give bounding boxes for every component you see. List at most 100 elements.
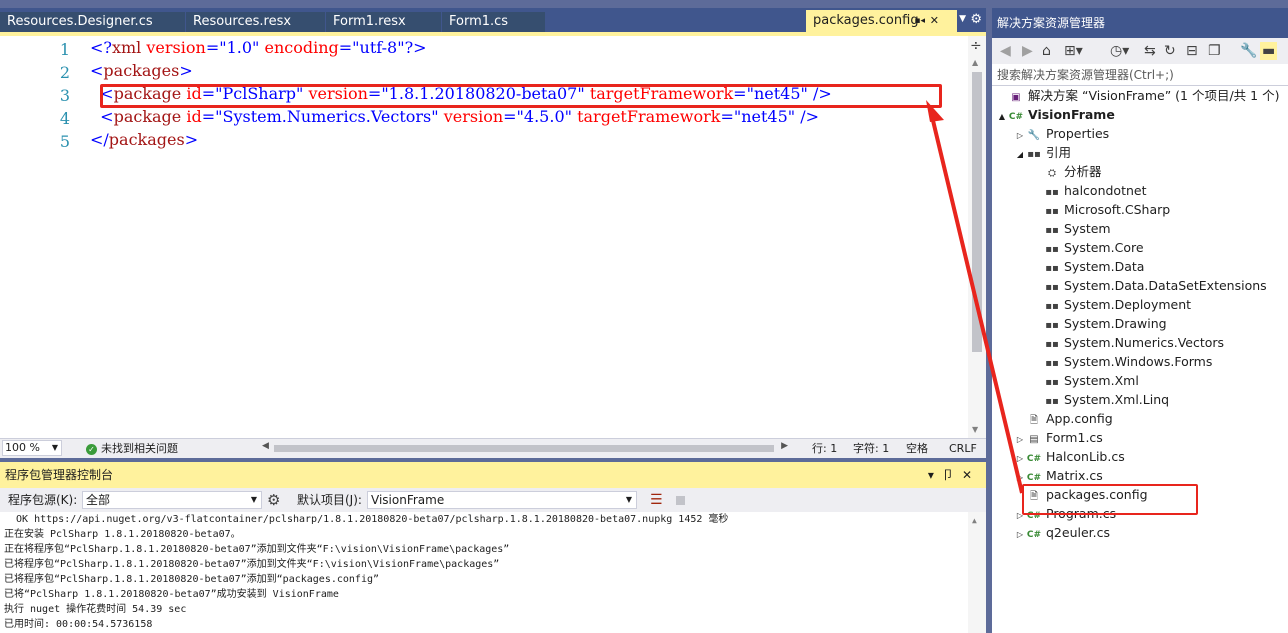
refresh-icon[interactable]: ↻ — [1164, 42, 1176, 60]
pmc-toolbar: 程序包源(K): 全部 ▼ ⚙ 默认项目(J): VisionFrame ▼ ☰ — [0, 488, 986, 512]
package-source-label: 程序包源(K): — [8, 493, 78, 507]
clear-console-icon[interactable]: ☰ — [650, 491, 663, 509]
pmc-vertical-scrollbar[interactable]: ▲ — [968, 512, 986, 633]
code-line[interactable]: <packages> — [90, 59, 193, 82]
code-line[interactable]: <package id="System.Numerics.Vectors" ve… — [90, 105, 819, 128]
scroll-up-icon[interactable]: ▲ — [972, 58, 978, 67]
properties-wrench-icon[interactable]: 🔧 — [1240, 42, 1257, 60]
forward-icon[interactable]: ▶ — [1022, 42, 1033, 60]
tree-item[interactable]: ▪▪ System.Core — [1032, 238, 1143, 257]
pending-changes-icon[interactable]: ◷▾ — [1110, 42, 1129, 60]
expand-arrow-icon[interactable]: ◢ — [1014, 145, 1026, 164]
tree-item[interactable]: ▪▪ System.Windows.Forms — [1032, 352, 1212, 371]
tree-item[interactable]: ▪▪ System.Numerics.Vectors — [1032, 333, 1224, 352]
xml-attribute-name: targetFramework — [577, 107, 721, 126]
close-icon[interactable]: ✕ — [962, 468, 980, 482]
default-project-select[interactable]: VisionFrame ▼ — [367, 491, 637, 509]
close-icon[interactable]: ✕ — [930, 10, 939, 32]
tree-item[interactable]: ▷ C# Matrix.cs — [1014, 466, 1103, 485]
console-output-line: 已将程序包“PclSharp.1.8.1.20180820-beta07”添加到… — [4, 559, 500, 570]
tree-item-label: System.Data.DataSetExtensions — [1064, 278, 1267, 293]
pin-icon[interactable]: 卩 — [942, 468, 962, 482]
scroll-thumb[interactable] — [972, 72, 982, 352]
tree-item[interactable]: ▣ 解决方案 “VisionFrame” (1 个项目/共 1 个) — [996, 86, 1279, 105]
tree-item-label: q2euler.cs — [1046, 525, 1111, 540]
gear-icon[interactable]: ⚙ — [970, 12, 982, 27]
tree-item[interactable]: ⛭ 分析器 — [1032, 162, 1102, 181]
tab-resources-designer-cs[interactable]: Resources.Designer.cs — [0, 12, 186, 32]
pmc-title-bar: 程序包管理器控制台 ▾卩✕ — [0, 462, 986, 488]
preview-icon[interactable]: ▬ — [1260, 42, 1278, 60]
tree-item[interactable]: ▷ C# HalconLib.cs — [1014, 447, 1125, 466]
scroll-up-icon[interactable]: ▲ — [972, 516, 977, 525]
tree-item[interactable]: ▪▪ System.Deployment — [1032, 295, 1191, 314]
editor-vertical-scrollbar[interactable]: ÷ ▲ ▼ — [968, 36, 986, 438]
tree-item-label: halcondotnet — [1064, 183, 1147, 198]
gear-icon[interactable]: ⚙ — [267, 491, 280, 509]
pin-icon[interactable]: ▪◂ — [914, 10, 925, 32]
scroll-down-icon[interactable]: ▼ — [972, 425, 978, 434]
tree-item[interactable]: ▷ C# q2euler.cs — [1014, 523, 1110, 542]
switch-views-icon[interactable]: ⊞▾ — [1064, 42, 1083, 60]
expand-arrow-icon[interactable]: ▲ — [996, 107, 1008, 126]
scroll-left-icon[interactable]: ◀ — [262, 441, 269, 451]
console-output-line: 已将程序包“PclSharp.1.8.1.20180820-beta07”添加到… — [4, 574, 380, 585]
solution-explorer-search[interactable]: 搜索解决方案资源管理器(Ctrl+;) — [992, 64, 1288, 86]
xml-equals: = — [338, 38, 353, 57]
show-all-files-icon[interactable]: ❐ — [1208, 42, 1221, 60]
tree-item[interactable]: ▷ ▤ Form1.cs — [1014, 428, 1103, 447]
tab-resources-resx[interactable]: Resources.resx — [186, 12, 326, 32]
tree-item[interactable]: ◢ ▪▪ 引用 — [1014, 143, 1071, 162]
xml-equals: = — [201, 107, 216, 126]
tree-item[interactable]: ▲ C# VisionFrame — [996, 105, 1115, 124]
scroll-right-icon[interactable]: ▶ — [781, 441, 788, 451]
solution-tree: ▣ 解决方案 “VisionFrame” (1 个项目/共 1 个) ▲ C# Visi… — [992, 86, 1288, 633]
tree-item[interactable]: ▪▪ Microsoft.CSharp — [1032, 200, 1170, 219]
issues-indicator[interactable]: ✓ 未找到相关问题 — [86, 441, 178, 457]
tree-item[interactable]: ▪▪ halcondotnet — [1032, 181, 1147, 200]
tree-item[interactable]: 🗎 App.config — [1014, 409, 1113, 428]
tree-item[interactable]: ▪▪ System.Drawing — [1032, 314, 1166, 333]
line-number: 2 — [59, 63, 70, 82]
tab-packages-config[interactable]: packages.config ▪◂ ✕ — [806, 10, 958, 32]
tree-item-label: Microsoft.CSharp — [1064, 202, 1171, 217]
code-line[interactable]: </packages> — [90, 128, 198, 151]
back-icon[interactable]: ◀ — [1000, 42, 1011, 60]
tab-form1-cs[interactable]: Form1.cs — [442, 12, 546, 32]
xml-equals: = — [205, 38, 220, 57]
scroll-thumb[interactable] — [274, 445, 774, 452]
tree-item-label: HalconLib.cs — [1046, 449, 1125, 464]
dropdown-icon[interactable]: ▾ — [928, 468, 942, 482]
code-line[interactable]: <?xml version="1.0" encoding="utf-8"?> — [90, 36, 427, 59]
home-icon[interactable]: ⌂ — [1042, 42, 1051, 60]
tree-item[interactable]: ▪▪ System — [1032, 219, 1110, 238]
stop-icon[interactable] — [676, 496, 685, 505]
line-number: 1 — [59, 40, 70, 59]
xml-bracket: <? — [90, 38, 112, 57]
tab-form1-resx[interactable]: Form1.resx — [326, 12, 442, 32]
collapse-all-icon[interactable]: ⊟ — [1186, 42, 1198, 60]
pmc-output[interactable]: ▲ OK https://api.nuget.org/v3-flatcontai… — [0, 512, 986, 633]
tree-item[interactable]: ▪▪ System.Data — [1032, 257, 1144, 276]
chevron-down-icon[interactable]: ▼ — [959, 14, 966, 24]
sync-icon[interactable]: ⇆ — [1144, 42, 1156, 60]
xml-bracket: ?> — [404, 38, 427, 57]
xml-attribute-name: id — [186, 107, 202, 126]
console-output-line: 已将“PclSharp 1.8.1.20180820-beta07”成功安装到 … — [4, 589, 339, 600]
code-editor[interactable]: 12345 <?xml version="1.0" encoding="utf-… — [0, 32, 986, 438]
editor-horizontal-scrollbar[interactable]: ◀ ▶ — [262, 441, 788, 453]
tree-item-label: System.Data — [1064, 259, 1145, 274]
tree-item[interactable]: ▪▪ System.Xml — [1032, 371, 1139, 390]
tree-item[interactable]: ▪▪ System.Xml.Linq — [1032, 390, 1169, 409]
package-source-select[interactable]: 全部 ▼ — [82, 491, 262, 509]
tree-item[interactable]: ▪▪ System.Data.DataSetExtensions — [1032, 276, 1267, 295]
split-icon[interactable]: ÷ — [970, 38, 982, 54]
tree-item[interactable]: ▷ 🔧 Properties — [1014, 124, 1109, 143]
line-number: 5 — [59, 132, 70, 151]
expand-arrow-icon[interactable]: ▷ — [1014, 525, 1026, 544]
tree-item-label: System.Xml — [1064, 373, 1139, 388]
zoom-select[interactable]: 100 % ▼ — [2, 440, 62, 456]
tree-item-label: Properties — [1046, 126, 1110, 141]
